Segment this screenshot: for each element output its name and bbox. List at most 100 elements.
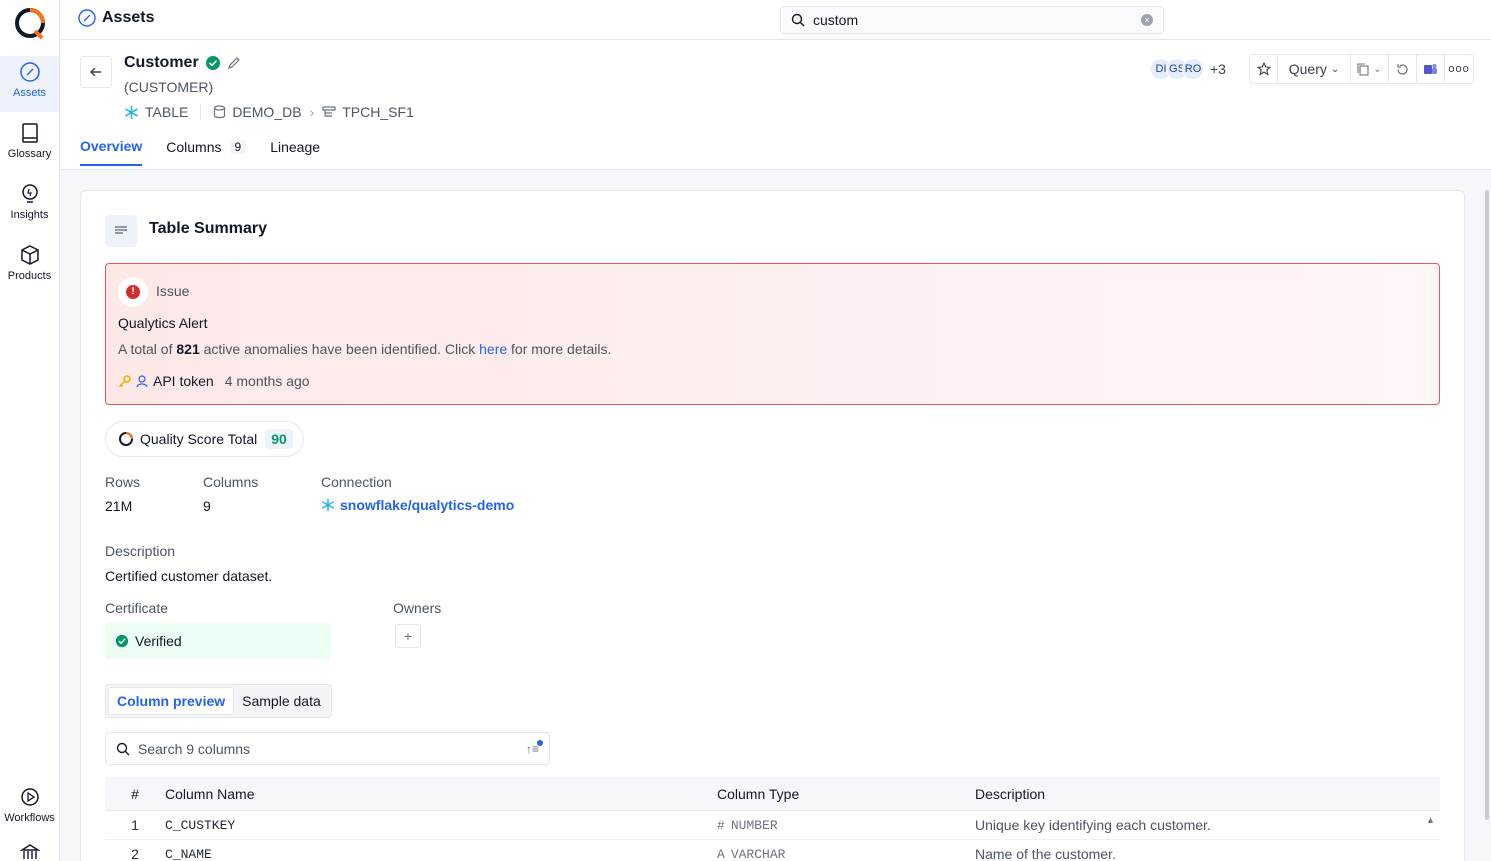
search-icon	[791, 13, 805, 27]
app-logo[interactable]	[13, 6, 47, 40]
ellipsis-icon: ooo	[1448, 63, 1470, 75]
summary-lines-icon	[105, 215, 137, 247]
column-search-input[interactable]: Search 9 columns ↑≡	[105, 732, 550, 765]
table-row[interactable]: 2 C_NAME A VARCHAR Name of the customer.	[105, 840, 1440, 861]
quality-score-label: Quality Score Total	[140, 431, 258, 447]
back-button[interactable]	[80, 56, 112, 88]
nav-glossary[interactable]: Glossary	[0, 117, 59, 173]
table-summary-card: Table Summary ! Issue Qualytics Alert A …	[80, 190, 1465, 861]
issue-message: A total of 821 active anomalies have bee…	[118, 341, 611, 357]
issue-text: A total of	[118, 341, 173, 357]
divider	[200, 104, 202, 120]
nav-label: Assets	[12, 87, 46, 99]
row-num: 1	[131, 817, 139, 833]
book-icon	[21, 123, 38, 143]
schema-link[interactable]: TPCH_SF1	[342, 104, 414, 120]
asset-title-row: Customer	[124, 54, 241, 72]
cube-icon	[20, 245, 39, 265]
nav-products[interactable]: Products	[0, 239, 59, 295]
sort-icon[interactable]: ↑≡	[526, 739, 543, 756]
snowflake-icon	[322, 498, 334, 512]
rows-label: Rows	[105, 474, 141, 490]
nav-label: Insights	[10, 209, 49, 221]
asset-title: Customer	[124, 54, 199, 71]
tab-label: Lineage	[270, 139, 321, 155]
chevron-down-icon: ⌄	[1373, 63, 1382, 75]
details-link[interactable]: here	[479, 341, 507, 357]
chevron-right-icon: ›	[309, 104, 315, 120]
breadcrumb[interactable]: Assets	[78, 9, 154, 27]
table-row[interactable]: 1 C_CUSTKEY # NUMBER Unique key identify…	[105, 811, 1440, 840]
scroll-up-arrow-icon[interactable]: ▲	[1426, 815, 1436, 825]
column-type: A VARCHAR	[717, 847, 975, 861]
more-owners-count[interactable]: +3	[1210, 61, 1226, 77]
column-preview-table: # Column Name Column Type Description 1 …	[105, 777, 1440, 861]
refresh-button[interactable]	[1389, 55, 1417, 83]
certificate-status[interactable]: Verified	[105, 623, 330, 659]
plus-icon: +	[403, 628, 413, 644]
key-icon	[118, 374, 131, 387]
tab-columns[interactable]: Columns 9	[166, 138, 247, 166]
owner-avatars[interactable]: DI GS RO +3	[1150, 58, 1226, 80]
header-num[interactable]: #	[105, 786, 165, 802]
header-description[interactable]: Description	[975, 786, 1440, 802]
column-name: C_CUSTKEY	[165, 817, 236, 833]
page-scrollbar[interactable]	[1485, 190, 1491, 820]
asset-type: TABLE	[145, 104, 189, 120]
tab-label: Overview	[80, 138, 143, 154]
header-column-name[interactable]: Column Name	[165, 786, 717, 802]
teams-button[interactable]	[1417, 55, 1445, 83]
compass-icon	[19, 62, 40, 82]
alert-icon: !	[118, 277, 148, 307]
tab-overview[interactable]: Overview	[80, 138, 143, 166]
tab-lineage[interactable]: Lineage	[270, 138, 320, 166]
issue-title: Qualytics Alert	[118, 315, 208, 331]
row-num: 2	[131, 846, 139, 861]
text-type-icon: A	[717, 846, 725, 861]
nav-assets[interactable]: Assets	[0, 56, 59, 112]
nav-workflows[interactable]: Workflows	[0, 781, 59, 837]
column-type: # NUMBER	[717, 818, 975, 833]
add-owner-button[interactable]: +	[395, 624, 421, 648]
more-options-button[interactable]: ooo	[1445, 55, 1473, 83]
database-link[interactable]: DEMO_DB	[232, 104, 301, 120]
column-type-value: NUMBER	[730, 817, 778, 833]
star-icon	[1256, 62, 1271, 76]
column-type-value: VARCHAR	[730, 846, 786, 861]
top-bar: Assets custom ×	[60, 0, 1491, 40]
arrow-left-icon	[90, 67, 101, 77]
global-search[interactable]: custom ×	[780, 6, 1164, 34]
nav-label: Products	[7, 270, 52, 282]
lightbulb-icon	[21, 184, 38, 203]
table-header: # Column Name Column Type Description	[105, 777, 1440, 811]
quality-score-chip[interactable]: Quality Score Total 90	[105, 421, 304, 457]
rows-value: 21M	[105, 498, 133, 514]
copy-dropdown[interactable]: ⌄	[1351, 55, 1389, 83]
snowflake-icon	[125, 105, 138, 119]
edit-pencil-icon[interactable]	[227, 56, 241, 70]
issue-text: active anomalies have been identified. C…	[203, 341, 476, 357]
nav-label: Workflows	[4, 812, 55, 824]
search-input[interactable]: custom	[813, 12, 858, 28]
preview-toggle: Column preview Sample data	[105, 684, 332, 718]
query-dropdown[interactable]: Query ⌄	[1278, 55, 1351, 83]
issue-alert: ! Issue Qualytics Alert A total of 821 a…	[105, 263, 1440, 405]
tab-sample-data[interactable]: Sample data	[234, 687, 329, 715]
tab-count-badge: 9	[229, 140, 247, 154]
nav-label: Glossary	[7, 148, 52, 160]
issue-time: 4 months ago	[224, 373, 310, 389]
column-name: C_NAME	[165, 846, 212, 861]
avatar[interactable]: RO	[1182, 58, 1204, 80]
tab-column-preview[interactable]: Column preview	[108, 687, 235, 715]
number-type-icon: #	[717, 817, 725, 833]
connection-link[interactable]: snowflake/qualytics-demo	[321, 497, 514, 513]
star-button[interactable]	[1250, 55, 1278, 83]
asset-tabs: Overview Columns 9 Lineage	[80, 138, 320, 166]
description-value: Certified customer dataset.	[105, 568, 273, 584]
clear-search-icon[interactable]: ×	[1141, 14, 1153, 26]
header-column-type[interactable]: Column Type	[717, 786, 975, 802]
nav-insights[interactable]: Insights	[0, 178, 59, 234]
connection-label: Connection	[321, 474, 392, 490]
bank-icon[interactable]	[20, 843, 40, 861]
teams-icon	[1424, 64, 1437, 74]
